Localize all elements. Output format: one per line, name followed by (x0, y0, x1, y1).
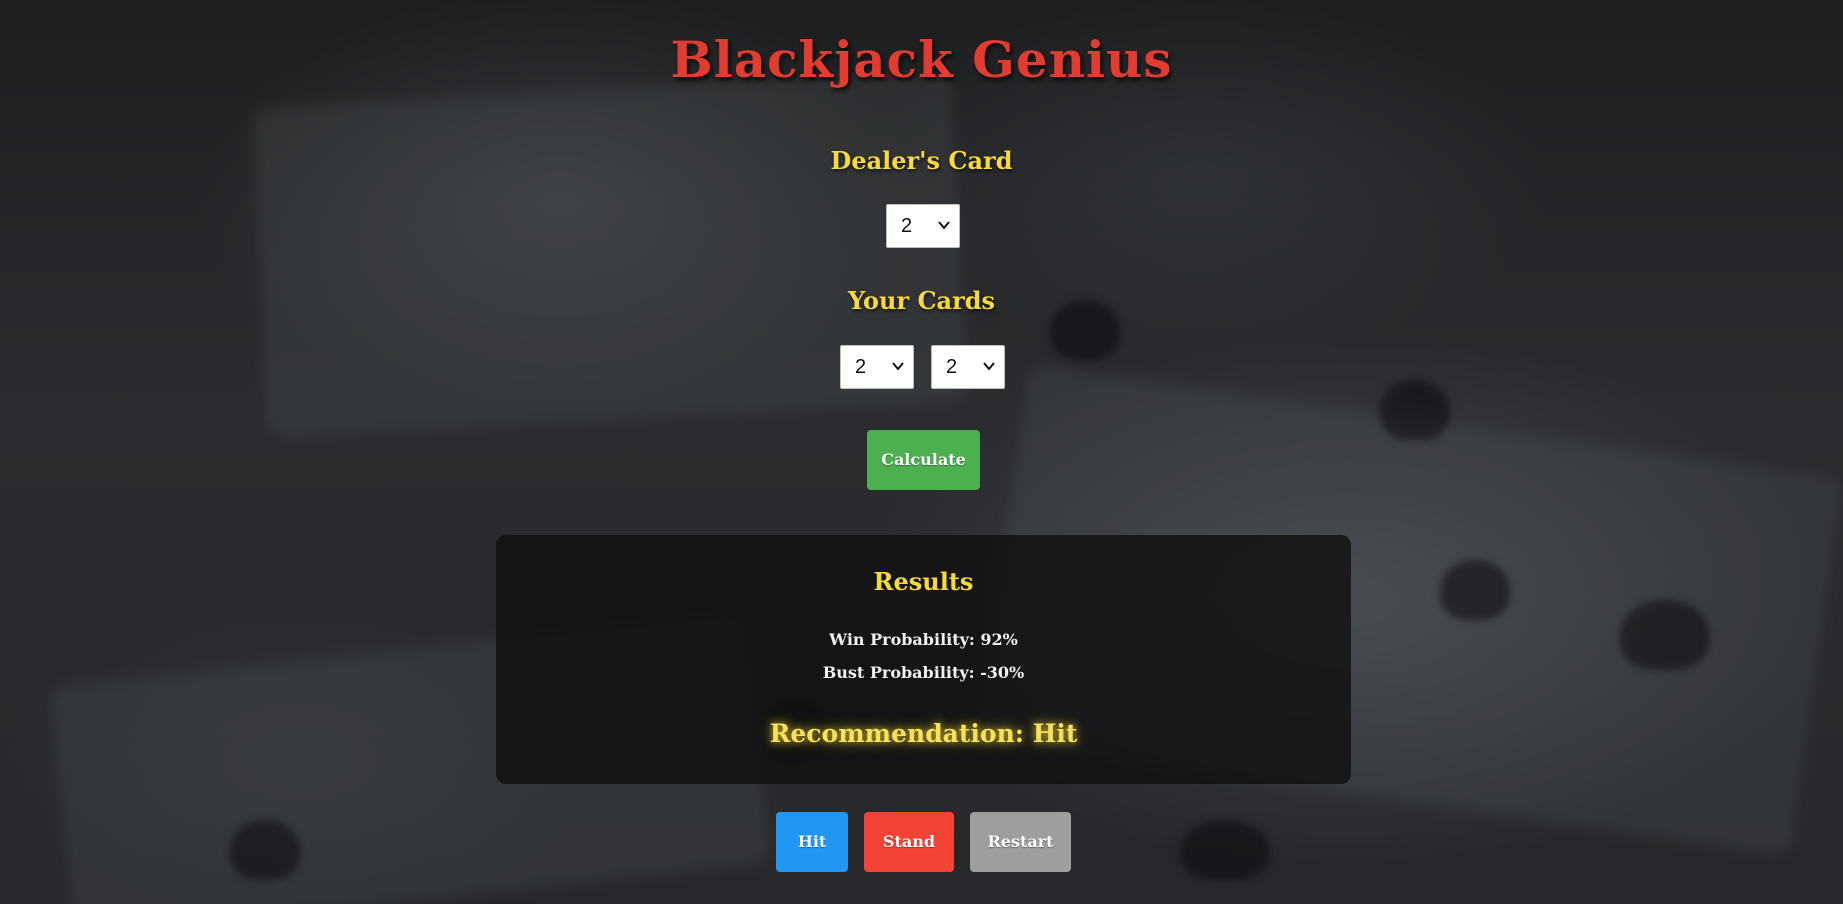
restart-button[interactable]: Restart (970, 812, 1071, 872)
results-title: Results (873, 567, 974, 596)
chevron-down-icon (983, 362, 995, 371)
win-probability: Win Probability: 92% (829, 630, 1018, 649)
hit-button[interactable]: Hit (776, 812, 848, 872)
calculate-button[interactable]: Calculate (867, 430, 980, 490)
recommendation: Recommendation: Hit (769, 719, 1078, 748)
dealer-card-label: Dealer's Card (830, 146, 1013, 175)
player-card-2-select[interactable]: 2 (931, 345, 1005, 389)
app-container: Blackjack Genius Dealer's Card 2 Your Ca… (0, 0, 1843, 904)
page-title: Blackjack Genius (670, 30, 1173, 89)
chevron-down-icon (892, 362, 904, 371)
results-panel: Results Win Probability: 92% Bust Probab… (496, 535, 1351, 784)
player-card-2-value: 2 (946, 356, 958, 378)
bust-probability: Bust Probability: -30% (822, 663, 1025, 682)
your-cards-label: Your Cards (847, 286, 996, 315)
dealer-card-select[interactable]: 2 (886, 204, 960, 248)
player-card-1-value: 2 (855, 356, 867, 378)
dealer-card-value: 2 (901, 215, 913, 237)
stand-button[interactable]: Stand (864, 812, 954, 872)
player-card-1-select[interactable]: 2 (840, 345, 914, 389)
chevron-down-icon (938, 221, 950, 230)
